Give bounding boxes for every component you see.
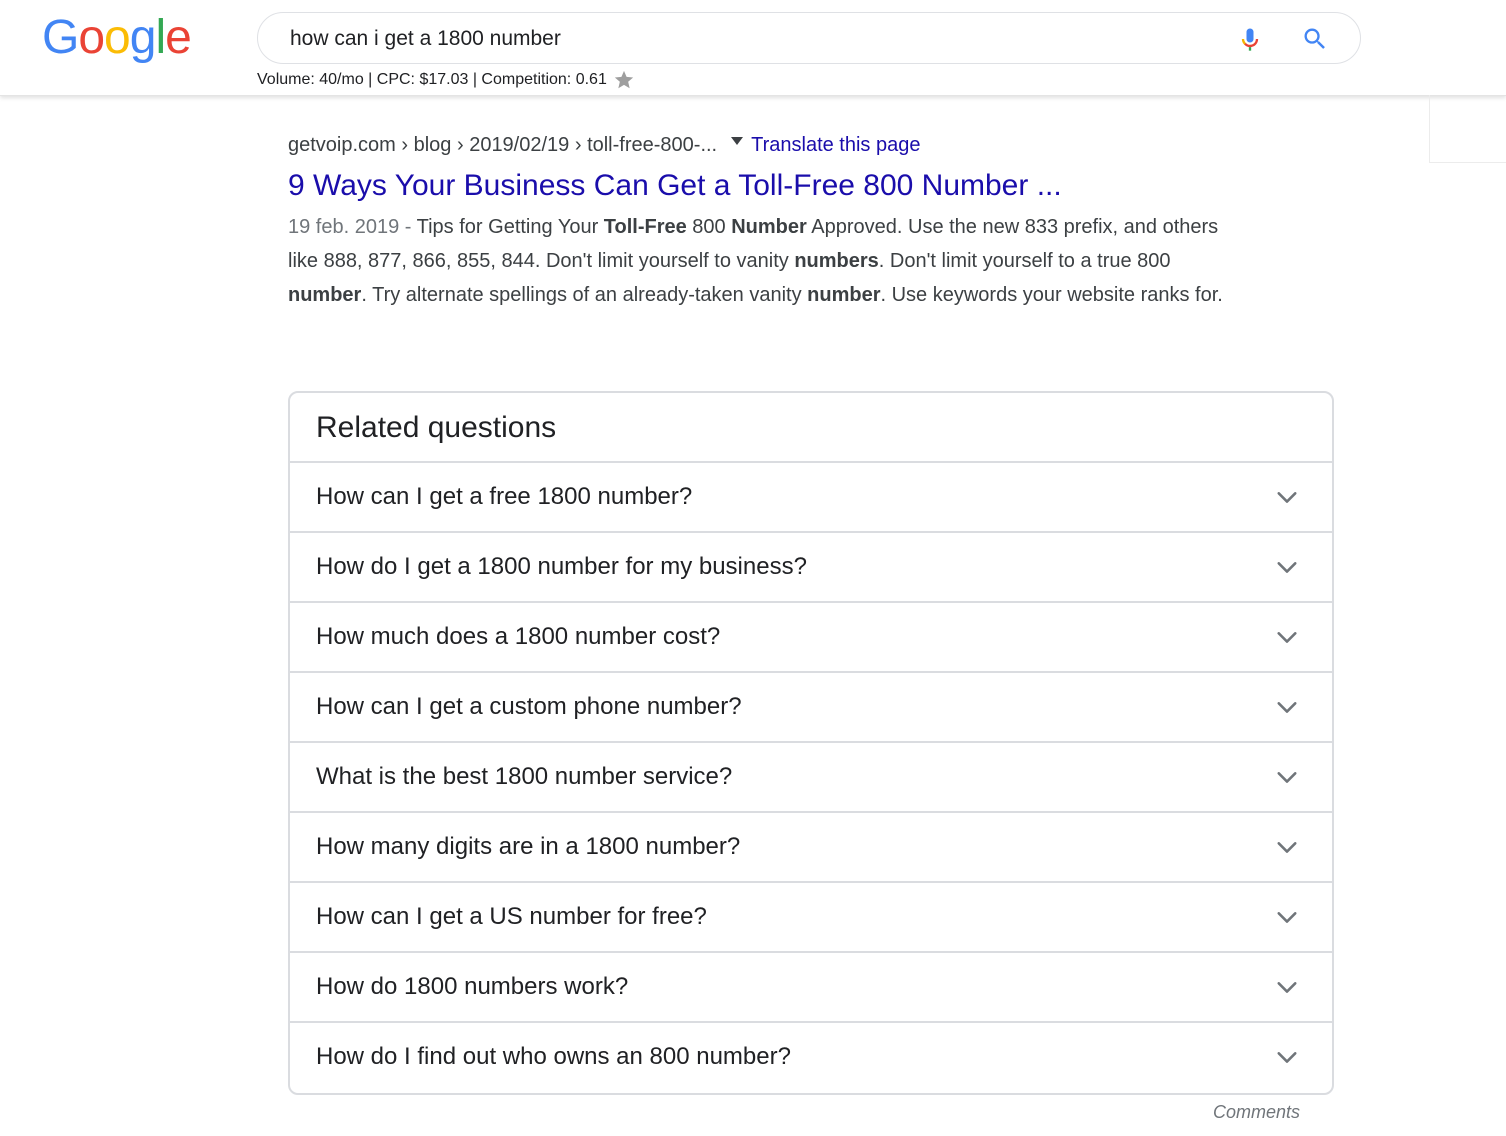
chevron-down-icon[interactable] xyxy=(1276,836,1298,858)
related-question-item[interactable]: How do I find out who owns an 800 number… xyxy=(290,1023,1332,1093)
related-question-item[interactable]: How many digits are in a 1800 number? xyxy=(290,813,1332,883)
side-panel-edge xyxy=(1429,95,1506,163)
related-question-text: How do I get a 1800 number for my busine… xyxy=(316,553,807,580)
related-question-text: How can I get a custom phone number? xyxy=(316,693,742,720)
search-icon[interactable] xyxy=(1301,25,1329,53)
snippet-highlight: numbers xyxy=(794,250,879,272)
logo-letter: o xyxy=(78,11,105,64)
header: Google Volume: 40/mo | CPC: $17.03 | Com… xyxy=(0,0,1506,96)
logo-letter: G xyxy=(42,11,79,64)
related-question-item[interactable]: How can I get a free 1800 number? xyxy=(290,463,1332,533)
chevron-down-icon[interactable] xyxy=(1276,556,1298,578)
keyword-stats-text: Volume: 40/mo | CPC: $17.03 | Competitio… xyxy=(257,71,607,88)
logo-letter: g xyxy=(129,11,157,64)
related-questions-title: Related questions xyxy=(290,393,1332,463)
logo-letter: l xyxy=(155,11,166,64)
related-question-item[interactable]: How do I get a 1800 number for my busine… xyxy=(290,533,1332,603)
snippet-highlight: number xyxy=(807,284,881,306)
search-box[interactable] xyxy=(257,12,1361,64)
result-snippet: 19 feb. 2019 - Tips for Getting Your Tol… xyxy=(288,210,1228,312)
chevron-down-icon[interactable] xyxy=(1276,906,1298,928)
related-question-text: How can I get a free 1800 number? xyxy=(316,483,693,510)
related-question-text: What is the best 1800 number service? xyxy=(316,763,733,790)
related-question-item[interactable]: How much does a 1800 number cost? xyxy=(290,603,1332,673)
related-question-item[interactable]: What is the best 1800 number service? xyxy=(290,743,1332,813)
related-question-text: How can I get a US number for free? xyxy=(316,903,707,930)
caret-down-icon[interactable] xyxy=(731,137,744,145)
chevron-down-icon[interactable] xyxy=(1276,696,1298,718)
snippet-text: . Try alternate spellings of an already-… xyxy=(361,284,808,306)
related-question-text: How many digits are in a 1800 number? xyxy=(316,833,741,860)
related-question-item[interactable]: How do 1800 numbers work? xyxy=(290,953,1332,1023)
related-question-text: How much does a 1800 number cost? xyxy=(316,623,721,650)
result-title-link[interactable]: 9 Ways Your Business Can Get a Toll-Free… xyxy=(288,166,1228,206)
logo-letter: e xyxy=(165,11,192,64)
related-question-text: How do 1800 numbers work? xyxy=(316,973,629,1000)
chevron-down-icon[interactable] xyxy=(1276,766,1298,788)
snippet-text: . Don't limit yourself to a true 800 xyxy=(878,250,1171,272)
chevron-down-icon[interactable] xyxy=(1276,486,1298,508)
snippet-highlight: Toll-Free xyxy=(603,216,687,238)
date-separator: - xyxy=(399,216,417,238)
translate-link[interactable]: Translate this page xyxy=(751,130,920,160)
snippet-text: 800 xyxy=(686,216,732,238)
snippet-body: Tips for Getting Your Toll-Free 800 Numb… xyxy=(288,216,1223,306)
snippet-highlight: Number xyxy=(731,216,807,238)
related-question-item[interactable]: How can I get a custom phone number? xyxy=(290,673,1332,743)
snippet-text: Tips for Getting Your xyxy=(416,216,604,238)
breadcrumb: getvoip.com › blog › 2019/02/19 › toll-f… xyxy=(288,130,1228,160)
result-url[interactable]: getvoip.com › blog › 2019/02/19 › toll-f… xyxy=(288,130,717,160)
related-question-item[interactable]: How can I get a US number for free? xyxy=(290,883,1332,953)
comments-link[interactable]: Comments xyxy=(1213,1102,1300,1123)
chevron-down-icon[interactable] xyxy=(1276,626,1298,648)
related-questions-list: How can I get a free 1800 number? How do … xyxy=(290,463,1332,1093)
snippet-text: . Use keywords your website ranks for. xyxy=(880,284,1223,306)
keyword-stats: Volume: 40/mo | CPC: $17.03 | Competitio… xyxy=(257,69,635,91)
related-question-text: How do I find out who owns an 800 number… xyxy=(316,1043,791,1070)
logo-letter: o xyxy=(104,11,131,64)
snippet-highlight: number xyxy=(288,284,362,306)
search-input[interactable] xyxy=(290,25,1190,53)
google-logo[interactable]: Google xyxy=(42,8,192,68)
result-date: 19 feb. 2019 xyxy=(288,216,400,238)
chevron-down-icon[interactable] xyxy=(1276,1046,1298,1068)
mic-icon[interactable] xyxy=(1236,25,1264,53)
related-questions: Related questions How can I get a free 1… xyxy=(288,391,1334,1095)
star-icon[interactable] xyxy=(613,69,635,91)
chevron-down-icon[interactable] xyxy=(1276,976,1298,998)
search-result: getvoip.com › blog › 2019/02/19 › toll-f… xyxy=(288,130,1228,312)
